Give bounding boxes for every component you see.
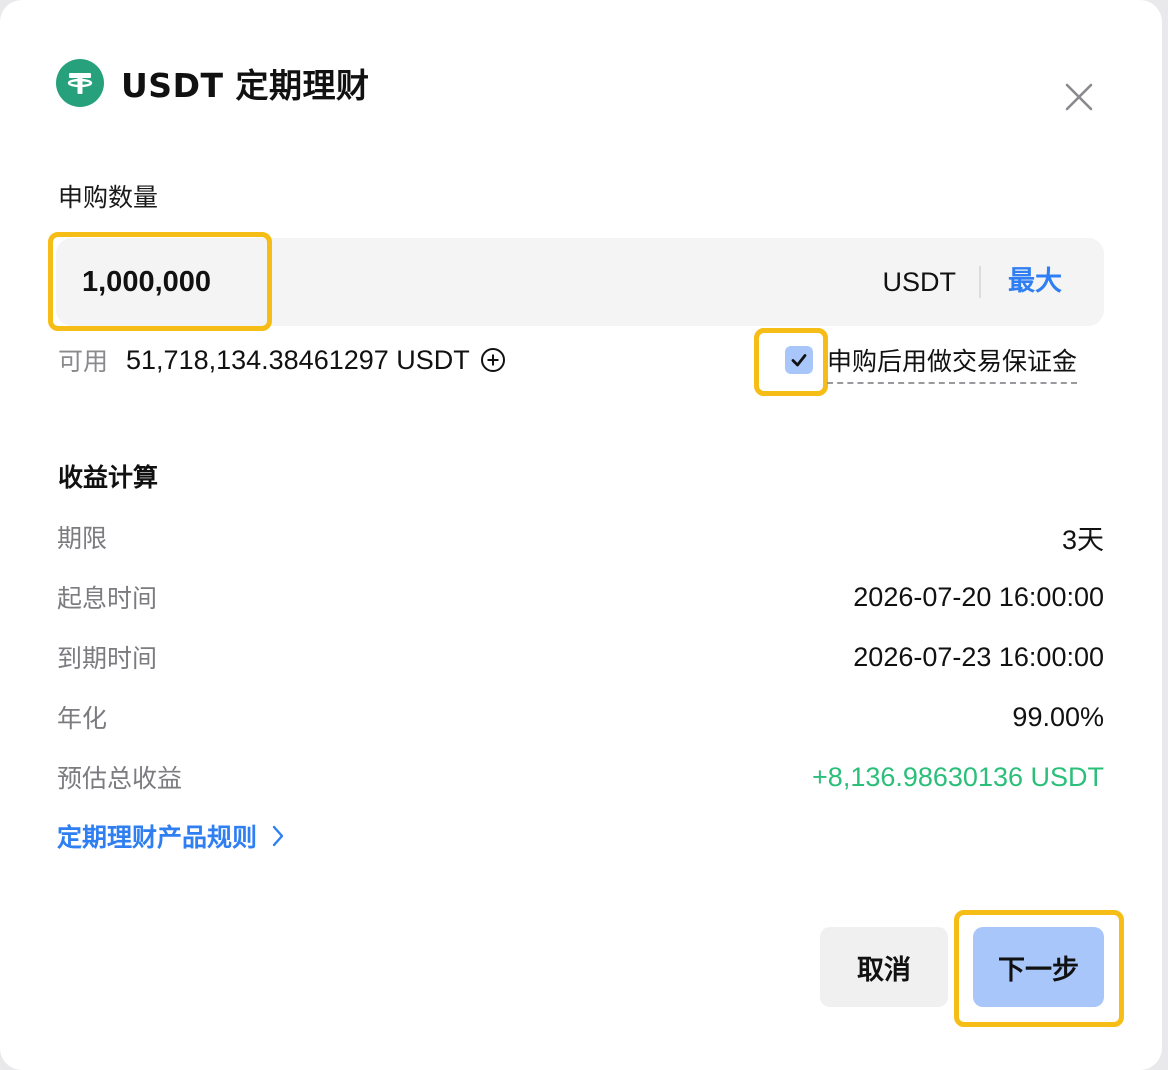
close-icon [1065, 83, 1093, 111]
maturity-time-value: 2026-07-23 16:00:00 [853, 641, 1104, 672]
estimated-earnings-label: 预估总收益 [57, 764, 183, 793]
amount-field: USDT 最大 [56, 238, 1104, 326]
amount-label: 申购数量 [58, 183, 159, 212]
term-label: 期限 [57, 524, 108, 553]
dialog-header: USDT 定期理财 [56, 58, 369, 108]
estimated-earnings-value: +8,136.98630136 USDT [812, 761, 1104, 792]
start-time-row: 起息时间 2026-07-20 16:00:00 [57, 577, 1104, 617]
apr-label: 年化 [57, 704, 108, 733]
term-row: 期限 3天 [57, 517, 1104, 557]
tether-icon [56, 59, 104, 107]
estimated-earnings-row: 预估总收益 +8,136.98630136 USDT [57, 757, 1104, 797]
plus-circle-icon[interactable] [480, 347, 506, 373]
amount-unit: USDT [882, 267, 957, 297]
dialog-title: USDT 定期理财 [121, 66, 370, 105]
available-value: 51,718,134.38461297 USDT [126, 344, 470, 375]
next-step-button[interactable]: 下一步 [973, 927, 1104, 1007]
start-time-label: 起息时间 [57, 584, 158, 613]
maturity-time-label: 到期时间 [57, 644, 158, 673]
cancel-button[interactable]: 取消 [820, 927, 948, 1007]
close-button[interactable] [1058, 76, 1100, 118]
subscribe-dialog: USDT 定期理财 申购数量 USDT 最大 可用 51,718,134.384… [0, 0, 1162, 1070]
max-button[interactable]: 最大 [1008, 238, 1062, 326]
maturity-time-row: 到期时间 2026-07-23 16:00:00 [57, 637, 1104, 677]
start-time-value: 2026-07-20 16:00:00 [853, 581, 1104, 612]
margin-checkbox-label[interactable]: 申购后用做交易保证金 [827, 342, 1078, 384]
apr-value: 99.00% [1012, 701, 1104, 732]
amount-input[interactable] [82, 238, 482, 326]
margin-checkbox[interactable] [785, 346, 813, 374]
product-rules-link[interactable]: 定期理财产品规则 [57, 816, 285, 856]
product-rules-label: 定期理财产品规则 [57, 823, 258, 852]
available-label: 可用 [58, 347, 109, 376]
apr-row: 年化 99.00% [57, 697, 1104, 737]
earnings-calc-title: 收益计算 [58, 463, 159, 492]
available-balance: 可用 51,718,134.38461297 USDT [58, 340, 506, 380]
checkmark-icon [791, 354, 807, 367]
chevron-right-icon [272, 825, 284, 847]
term-value: 3天 [1061, 524, 1104, 555]
unit-divider [979, 266, 981, 298]
